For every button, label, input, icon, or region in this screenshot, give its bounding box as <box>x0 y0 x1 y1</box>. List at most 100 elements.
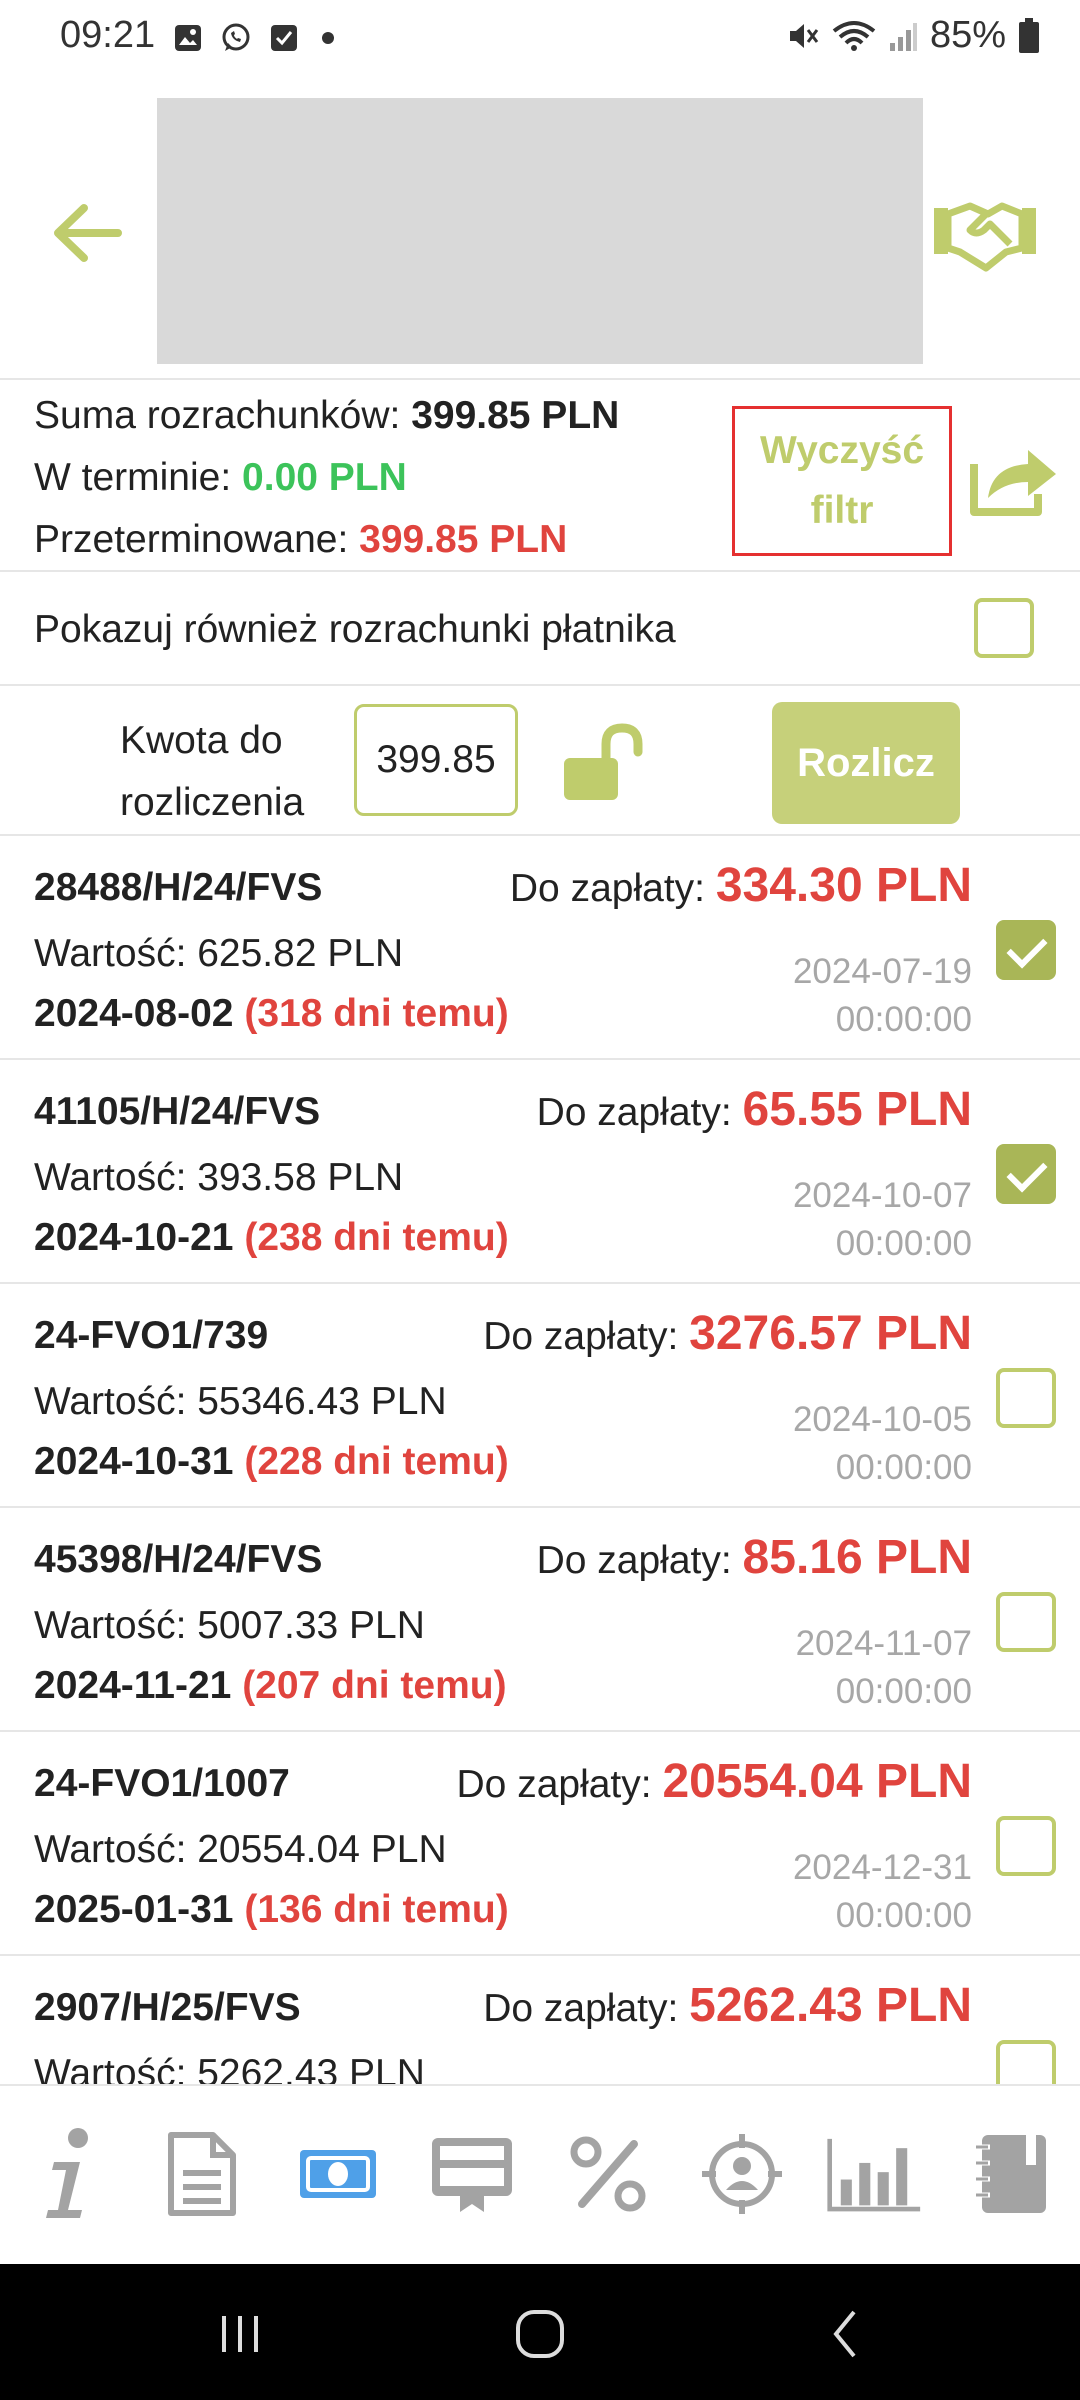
issued-date: 2024-11-07 <box>795 1624 972 1663</box>
overdue-line: Przeterminowane: 399.85 PLN <box>34 518 567 562</box>
amount-label-line2: rozliczenia <box>120 781 305 824</box>
invoice-checkbox[interactable] <box>996 920 1056 980</box>
invoice-issued: 2024-11-07 00:00:00 <box>796 1620 972 1716</box>
info-icon <box>46 2128 88 2218</box>
invoice-value: Wartość: 5007.33 PLN <box>34 1604 425 1647</box>
handshake-icon[interactable] <box>930 188 1040 278</box>
due-label: Do zapłaty: <box>456 1763 652 1806</box>
invoice-row[interactable]: 41105/H/24/FVS Do zapłaty: 65.55 PLN War… <box>0 1060 1080 1284</box>
issued-time: 00:00:00 <box>835 1896 972 1935</box>
issued-time: 00:00:00 <box>835 1000 972 1039</box>
days-overdue: (207 dni temu) <box>242 1664 507 1707</box>
status-time: 09:21 <box>60 14 156 56</box>
issued-date: 2024-07-19 <box>792 952 972 991</box>
invoice-list: 28488/H/24/FVS Do zapłaty: 334.30 PLN Wa… <box>0 836 1080 2084</box>
header <box>0 78 1080 380</box>
company-logo-placeholder <box>157 98 923 364</box>
system-back-icon[interactable] <box>816 2304 876 2364</box>
invoice-row[interactable]: 2907/H/25/FVS Do zapłaty: 5262.43 PLN Wa… <box>0 1956 1080 2084</box>
invoice-number: 41105/H/24/FVS <box>34 1090 321 1133</box>
back-arrow-icon[interactable] <box>48 198 128 268</box>
nav-documents[interactable] <box>154 2126 250 2222</box>
invoice-value: Wartość: 625.82 PLN <box>34 932 404 975</box>
invoice-row[interactable]: 28488/H/24/FVS Do zapłaty: 334.30 PLN Wa… <box>0 836 1080 1060</box>
on-time-value: 0.00 PLN <box>242 456 407 499</box>
invoice-number: 45398/H/24/FVS <box>34 1538 323 1581</box>
due-amount: 20554.04 PLN <box>662 1755 972 1808</box>
nav-settlements[interactable] <box>290 2126 386 2222</box>
recent-apps-icon[interactable] <box>210 2304 270 2364</box>
more-notifications-dot <box>322 32 334 44</box>
due-amount: 5262.43 PLN <box>689 1979 972 2032</box>
payer-settlements-checkbox[interactable] <box>974 598 1034 658</box>
issued-date: 2024-10-07 <box>792 1176 972 1215</box>
amount-label-line1: Kwota do <box>120 719 283 762</box>
due-date: 2024-10-31 <box>34 1440 234 1483</box>
on-time-label: W terminie: <box>34 456 232 499</box>
nav-info[interactable] <box>20 2126 116 2222</box>
notebook-icon <box>976 2135 1046 2213</box>
invoice-value: Wartość: 20554.04 PLN <box>34 1828 447 1871</box>
clear-filter-button[interactable]: Wyczyść filtr <box>732 406 952 556</box>
invoice-checkbox[interactable] <box>996 1368 1056 1428</box>
invoice-due: Do zapłaty: 334.30 PLN <box>510 858 972 913</box>
total-line: Suma rozrachunków: 399.85 PLN <box>34 394 619 438</box>
bottom-navigation <box>0 2084 1080 2264</box>
total-label: Suma rozrachunków: <box>34 394 401 437</box>
invoice-checkbox[interactable] <box>996 1144 1056 1204</box>
nav-targets[interactable] <box>694 2126 790 2222</box>
percent-icon <box>570 2136 646 2212</box>
issued-date: 2024-10-05 <box>792 1400 972 1439</box>
nav-notes[interactable] <box>964 2126 1060 2222</box>
due-date: 2024-10-21 <box>34 1216 234 1259</box>
amount-label: Kwota do rozliczenia <box>120 710 304 834</box>
invoice-checkbox[interactable] <box>996 1592 1056 1652</box>
invoice-due: Do zapłaty: 3276.57 PLN <box>483 1306 972 1361</box>
due-label: Do zapłaty: <box>536 1091 732 1134</box>
due-amount: 334.30 PLN <box>715 859 972 912</box>
nav-statistics[interactable] <box>826 2126 922 2222</box>
payer-settlements-row: Pokazuj również rozrachunki płatnika <box>0 572 1080 686</box>
days-overdue: (238 dni temu) <box>244 1216 509 1259</box>
days-overdue: (228 dni temu) <box>244 1440 509 1483</box>
invoice-issued: 2024-10-07 00:00:00 <box>793 1172 972 1268</box>
invoice-due-date: 2024-10-31 (228 dni temu) <box>34 1440 509 1484</box>
due-amount: 85.16 PLN <box>742 1531 972 1584</box>
settlement-amount-row: Kwota do rozliczenia 399.85 Rozlicz <box>0 686 1080 836</box>
invoice-row[interactable]: 24-FVO1/739 Do zapłaty: 3276.57 PLN Wart… <box>0 1284 1080 1508</box>
issued-time: 00:00:00 <box>835 1448 972 1487</box>
mute-icon <box>789 23 819 48</box>
payer-settlements-label: Pokazuj również rozrachunki płatnika <box>34 608 676 651</box>
invoice-due: Do zapłaty: 20554.04 PLN <box>457 1754 973 1809</box>
signal-icon <box>889 22 917 51</box>
invoice-issued: 2024-07-19 00:00:00 <box>793 948 972 1044</box>
wifi-icon <box>832 20 876 51</box>
settle-button[interactable]: Rozlicz <box>772 702 960 824</box>
home-icon[interactable] <box>510 2304 570 2364</box>
amount-input[interactable]: 399.85 <box>354 704 518 816</box>
unlock-icon[interactable] <box>560 722 646 802</box>
invoice-due-date: 2024-11-21 (207 dni temu) <box>34 1664 507 1708</box>
nav-discounts[interactable] <box>560 2126 656 2222</box>
invoice-number: 28488/H/24/FVS <box>34 866 323 909</box>
overdue-label: Przeterminowane: <box>34 518 349 561</box>
due-label: Do zapłaty: <box>509 867 705 910</box>
invoice-due: Do zapłaty: 5262.43 PLN <box>483 1978 972 2033</box>
banknote-icon <box>300 2150 376 2198</box>
invoice-checkbox[interactable] <box>996 2040 1056 2084</box>
invoice-row[interactable]: 24-FVO1/1007 Do zapłaty: 20554.04 PLN Wa… <box>0 1732 1080 1956</box>
system-navigation-bar <box>0 2264 1080 2400</box>
target-person-icon <box>702 2134 782 2214</box>
invoice-due-date: 2024-08-02 (318 dni temu) <box>34 992 509 1036</box>
invoice-row[interactable]: 45398/H/24/FVS Do zapłaty: 85.16 PLN War… <box>0 1508 1080 1732</box>
invoice-value: Wartość: 55346.43 PLN <box>34 1380 447 1423</box>
overdue-value: 399.85 PLN <box>359 518 568 561</box>
gallery-icon <box>175 25 201 51</box>
issued-time: 00:00:00 <box>835 1224 972 1263</box>
share-icon[interactable] <box>968 442 1060 518</box>
invoice-issued: 2024-10-05 00:00:00 <box>793 1396 972 1492</box>
invoice-checkbox[interactable] <box>996 1816 1056 1876</box>
nav-invoices[interactable] <box>424 2126 520 2222</box>
invoice-card-icon <box>432 2138 512 2212</box>
invoice-number: 24-FVO1/1007 <box>34 1762 290 1805</box>
